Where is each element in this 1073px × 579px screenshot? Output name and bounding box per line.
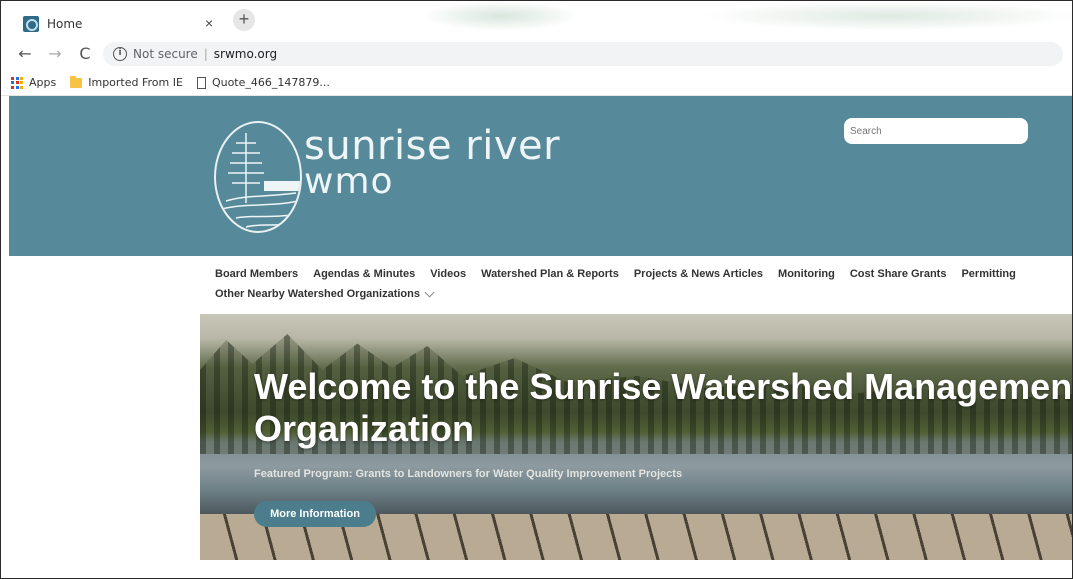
nav-permitting[interactable]: Permitting (961, 268, 1015, 280)
back-arrow-icon[interactable]: ← (13, 42, 37, 66)
tab-close-icon[interactable]: × (205, 15, 213, 31)
apps-grid-icon (11, 76, 23, 89)
browser-window: Home × + ← → C i Not secure | srwmo.org … (0, 0, 1073, 579)
nav-watershed-plan-reports[interactable]: Watershed Plan & Reports (481, 268, 619, 280)
info-icon[interactable]: i (113, 47, 127, 61)
browser-toolbar: ← → C i Not secure | srwmo.org (1, 38, 1072, 70)
nav-cost-share-grants[interactable]: Cost Share Grants (850, 268, 947, 280)
bookmarks-bar: Apps Imported From IE Quote_466_147879..… (1, 70, 1072, 96)
address-bar[interactable]: i Not secure | srwmo.org (103, 42, 1063, 66)
bookmark-label: Imported From IE (88, 76, 183, 89)
bookmark-apps[interactable]: Apps (11, 76, 56, 89)
chevron-down-icon (424, 287, 435, 297)
banner-title-line2: Organization (254, 408, 475, 449)
site-main-nav: Board Members Agendas & Minutes Videos W… (215, 268, 1035, 300)
bookmark-label: Quote_466_147879... (211, 76, 330, 89)
web-page: sunrise river wmo Board Members Agendas … (1, 96, 1073, 578)
nav-other-organizations[interactable]: Other Nearby Watershed Organizations (215, 287, 1035, 300)
nav-videos[interactable]: Videos (430, 268, 466, 280)
site-favicon-icon (23, 15, 39, 32)
tabstrip-decoration (421, 1, 581, 31)
site-brand-acronym: wmo (304, 161, 394, 202)
address-separator: | (203, 47, 208, 61)
page-icon (196, 76, 206, 89)
new-tab-button[interactable]: + (233, 9, 255, 31)
hero-banner: Welcome to the Sunrise Watershed Managem… (200, 314, 1073, 560)
tabstrip-decoration (701, 1, 1072, 31)
more-information-button[interactable]: More Information (254, 501, 376, 527)
reload-icon[interactable]: C (73, 42, 97, 66)
site-search-input[interactable] (844, 118, 1028, 144)
nav-agendas-minutes[interactable]: Agendas & Minutes (313, 268, 415, 280)
forward-arrow-icon[interactable]: → (43, 42, 67, 66)
tab-title: Home (47, 16, 83, 31)
url-text: srwmo.org (213, 47, 278, 61)
banner-subtitle[interactable]: Featured Program: Grants to Landowners f… (254, 468, 682, 480)
tab-strip: Home × + (1, 1, 1072, 38)
browser-tab-home[interactable]: Home × (17, 9, 227, 38)
bookmark-label: Apps (29, 76, 57, 89)
tree-logo-icon[interactable] (214, 121, 302, 233)
security-status: Not secure (133, 47, 198, 61)
nav-monitoring[interactable]: Monitoring (778, 268, 835, 280)
nav-projects-news-articles[interactable]: Projects & News Articles (634, 268, 763, 280)
banner-title-line1: Welcome to the Sunrise Watershed Managem… (254, 366, 1073, 407)
bookmark-imported-from-ie[interactable]: Imported From IE (70, 75, 183, 89)
nav-other-organizations-label: Other Nearby Watershed Organizations (215, 288, 420, 300)
banner-title: Welcome to the Sunrise Watershed Managem… (254, 366, 1073, 450)
bookmark-quote[interactable]: Quote_466_147879... (196, 76, 330, 89)
site-header: sunrise river wmo (9, 96, 1072, 256)
folder-icon (70, 75, 83, 88)
nav-board-members[interactable]: Board Members (215, 268, 298, 280)
